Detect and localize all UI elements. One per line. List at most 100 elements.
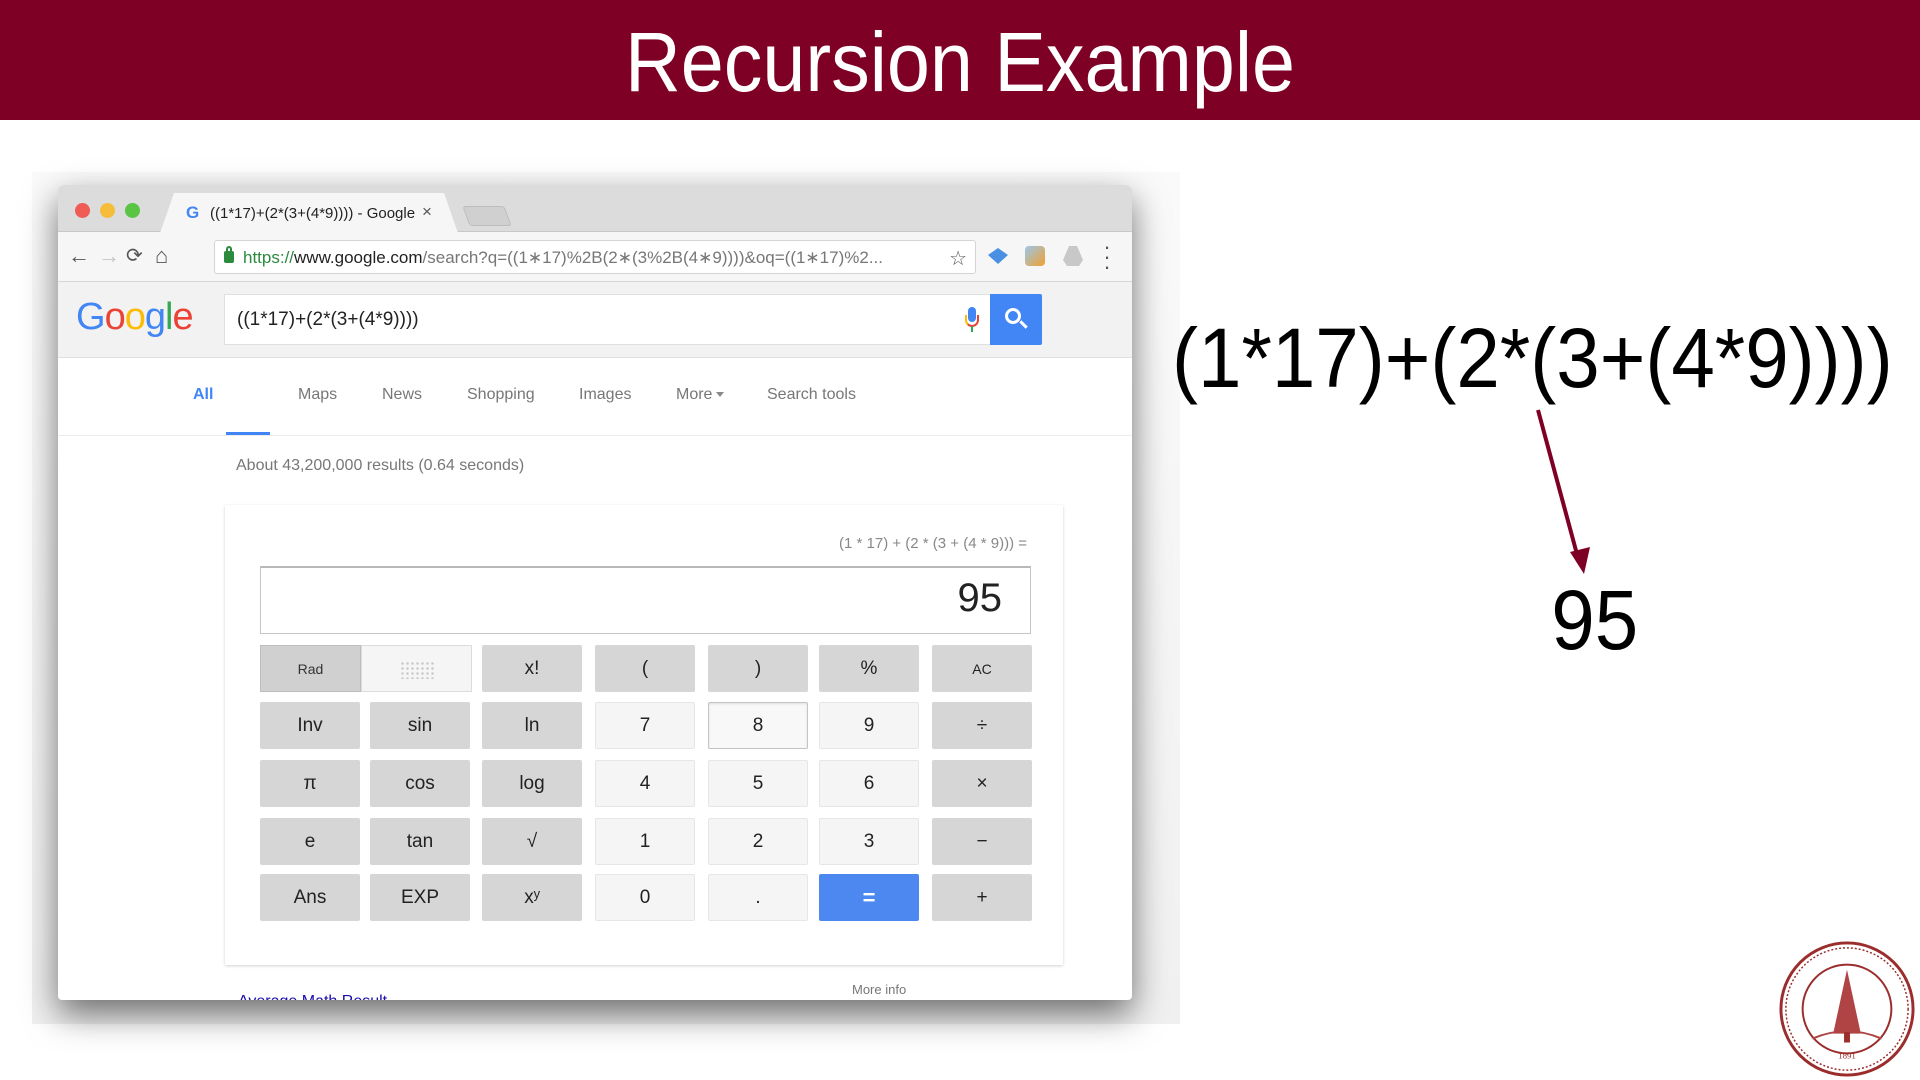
calc-key[interactable]: = [819, 874, 919, 921]
result-stats: About 43,200,000 results (0.64 seconds) [236, 457, 525, 474]
search-nav: All Maps News Shopping Images More Searc… [58, 358, 1132, 436]
calc-key[interactable]: + [932, 874, 1032, 921]
microphone-icon[interactable] [965, 307, 979, 333]
address-bar[interactable]: https://www.google.com/search?q=((1∗17)%… [214, 240, 976, 274]
calc-key[interactable]: Ans [260, 874, 360, 921]
url-text: https://www.google.com/search?q=((1∗17)%… [243, 248, 883, 268]
nav-more-label: More [676, 386, 713, 403]
annotation-equation: (1*17)+(2*(3+(4*9)))) [1172, 311, 1893, 405]
stanford-seal-logo: 1891 [1779, 941, 1915, 1077]
dot-grid-icon [400, 661, 436, 679]
calculator-result: 95 [957, 576, 1003, 620]
url-host: www.google.com [294, 248, 423, 267]
calc-key[interactable]: 6 [819, 760, 919, 807]
slide-title: Recursion Example [624, 15, 1296, 109]
arrow-line [1536, 409, 1580, 559]
url-scheme: https:// [243, 248, 295, 267]
calculator-expression: (1 * 17) + (2 * (3 + (4 * 9))) = [839, 535, 1027, 552]
logo-letter: o [124, 296, 146, 338]
bookmark-star-icon[interactable]: ☆ [949, 246, 967, 271]
angle-mode-toggle[interactable]: Rad [260, 645, 472, 692]
tab-title: ((1*17)+(2*(3+(4*9)))) - Google S [210, 205, 415, 222]
logo-letter: g [144, 296, 166, 338]
calc-key[interactable]: 2 [708, 818, 808, 865]
partial-result-link[interactable]: Average Math Result [238, 993, 387, 1000]
search-query: ((1*17)+(2*(3+(4*9)))) [237, 309, 419, 330]
tab-bar: G ((1*17)+(2*(3+(4*9)))) - Google S × [58, 185, 1132, 233]
google-logo[interactable]: Google [76, 296, 194, 339]
nav-all[interactable]: All [193, 386, 213, 404]
maximize-window-button[interactable] [125, 203, 140, 218]
calc-key[interactable]: sin [370, 702, 470, 749]
calc-key[interactable]: EXP [370, 874, 470, 921]
deg-button[interactable] [361, 645, 472, 692]
logo-letter: e [172, 296, 193, 338]
nav-maps[interactable]: Maps [298, 386, 337, 404]
calc-key[interactable]: 0 [595, 874, 695, 921]
svg-text:1891: 1891 [1838, 1050, 1856, 1060]
google-favicon-icon: G [186, 203, 200, 222]
calculator-widget: (1 * 17) + (2 * (3 + (4 * 9))) = 95 Rad … [225, 505, 1063, 965]
graduation-cap-extension-icon[interactable] [988, 248, 1008, 264]
drive-extension-icon[interactable] [1063, 246, 1083, 266]
browser-window: G ((1*17)+(2*(3+(4*9)))) - Google S × ← … [58, 185, 1132, 1000]
more-info-link[interactable]: More info [852, 982, 906, 997]
rad-button[interactable]: Rad [260, 645, 361, 692]
calc-key[interactable]: 7 [595, 702, 695, 749]
calc-key[interactable]: 5 [708, 760, 808, 807]
arrow-head [1570, 547, 1590, 574]
minimize-window-button[interactable] [100, 203, 115, 218]
calc-key[interactable]: √ [482, 818, 582, 865]
logo-letter: o [104, 296, 126, 338]
nav-search-tools[interactable]: Search tools [767, 386, 856, 404]
calc-key[interactable]: xʸ [482, 874, 582, 921]
caret-down-icon [716, 392, 725, 398]
lock-icon [224, 246, 234, 263]
logo-letter: G [76, 296, 106, 338]
calc-key[interactable]: 9 [819, 702, 919, 749]
browser-toolbar: ← → ⟳ ⌂ https://www.google.com/search?q=… [58, 232, 1132, 282]
calc-key[interactable]: ln [482, 702, 582, 749]
new-tab-button[interactable] [462, 206, 512, 226]
calc-key[interactable]: π [260, 760, 360, 807]
calc-key[interactable]: x! [482, 645, 582, 692]
calc-key[interactable]: × [932, 760, 1032, 807]
reload-icon[interactable]: ⟳ [126, 244, 143, 268]
calculator-display: 95 [260, 566, 1031, 634]
globe-extension-icon[interactable] [1025, 246, 1045, 266]
annotation-result: 95 [1551, 573, 1639, 667]
nav-more[interactable]: More [676, 386, 725, 404]
calc-key[interactable]: AC [932, 645, 1032, 692]
search-icon-handle [1019, 320, 1028, 329]
browser-tab-active[interactable]: G ((1*17)+(2*(3+(4*9)))) - Google S × [160, 193, 458, 233]
calc-key[interactable]: ÷ [932, 702, 1032, 749]
url-path: /search?q=((1∗17)%2B(2∗(3%2B(4∗9))))&oq=… [422, 248, 883, 267]
back-arrow-icon[interactable]: ← [68, 244, 90, 268]
google-header: Google ((1*17)+(2*(3+(4*9)))) [58, 282, 1132, 358]
nav-images[interactable]: Images [579, 386, 631, 404]
calc-key[interactable]: tan [370, 818, 470, 865]
nav-shopping[interactable]: Shopping [467, 386, 535, 404]
search-button[interactable] [990, 294, 1042, 345]
calc-key[interactable]: . [708, 874, 808, 921]
calc-key[interactable]: 8 [708, 702, 808, 749]
calc-key[interactable]: % [819, 645, 919, 692]
close-window-button[interactable] [75, 203, 90, 218]
calc-key[interactable]: 1 [595, 818, 695, 865]
search-input[interactable]: ((1*17)+(2*(3+(4*9)))) [224, 294, 992, 345]
nav-news[interactable]: News [382, 386, 422, 404]
calc-key[interactable]: 3 [819, 818, 919, 865]
calc-key[interactable]: e [260, 818, 360, 865]
forward-arrow-icon[interactable]: → [98, 244, 120, 268]
tab-close-icon[interactable]: × [422, 202, 432, 222]
calc-key[interactable]: ( [595, 645, 695, 692]
calc-key[interactable]: log [482, 760, 582, 807]
slide-header: Recursion Example [0, 0, 1920, 120]
calc-key[interactable]: Inv [260, 702, 360, 749]
calc-key[interactable]: cos [370, 760, 470, 807]
calc-key[interactable]: ) [708, 645, 808, 692]
browser-menu-icon[interactable]: · · · [1102, 236, 1112, 278]
home-icon[interactable]: ⌂ [155, 244, 168, 268]
calc-key[interactable]: 4 [595, 760, 695, 807]
calc-key[interactable]: − [932, 818, 1032, 865]
